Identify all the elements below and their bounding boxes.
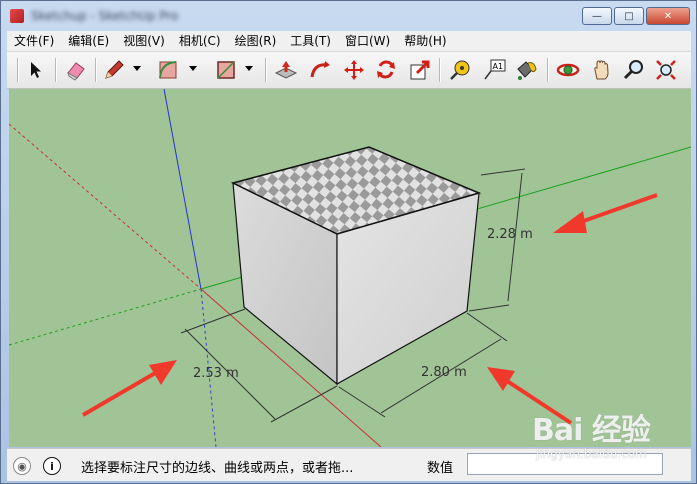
- menu-draw[interactable]: 绘图(R): [228, 31, 284, 51]
- annotation-arrowhead: [487, 367, 515, 391]
- zoom-icon[interactable]: [621, 57, 647, 83]
- baidu-jingyan-logo: Bai 经验: [532, 413, 651, 448]
- rectangle-dropdown-arrow[interactable]: [245, 66, 253, 71]
- toolbar-separator: [547, 58, 549, 82]
- maximize-button[interactable]: □: [614, 7, 644, 25]
- paint-bucket-icon[interactable]: [513, 57, 539, 83]
- follow-me-icon[interactable]: [307, 57, 333, 83]
- blue-axis: [163, 89, 202, 290]
- dimension-extension-line: [480, 168, 526, 176]
- dimension-extension-line: [180, 308, 246, 334]
- arc-dropdown-arrow[interactable]: [189, 66, 197, 71]
- menu-help[interactable]: 帮助(H): [397, 31, 453, 51]
- rectangle-icon[interactable]: [213, 57, 239, 83]
- menu-window[interactable]: 窗口(W): [338, 31, 397, 51]
- text-tool-glyph: A1: [493, 62, 504, 71]
- close-button[interactable]: ✕: [646, 7, 690, 25]
- baidu-watermark: Bai 经验 jingyan.baidu.com: [532, 405, 682, 469]
- menu-tools[interactable]: 工具(T): [283, 31, 338, 51]
- toolbar-separator: [439, 58, 441, 82]
- info-icon[interactable]: i: [43, 457, 61, 475]
- red-axis-negative: [9, 123, 202, 290]
- rotate-icon[interactable]: [373, 57, 399, 83]
- toolbar-separator: [55, 58, 57, 82]
- toolbar-separator: [265, 58, 267, 82]
- green-axis-negative: [9, 288, 202, 346]
- text-label-icon[interactable]: A1: [481, 57, 507, 83]
- dimension-label-width[interactable]: 2.80 m: [421, 365, 467, 380]
- sketchup-app-icon: [10, 9, 24, 23]
- menu-camera[interactable]: 相机(C): [172, 31, 228, 51]
- pan-icon[interactable]: [589, 57, 615, 83]
- pencil-dropdown-arrow[interactable]: [133, 66, 141, 71]
- dimension-extension-line: [338, 386, 386, 418]
- status-message: 选择要标注尺寸的边线、曲线或两点，或者拖...: [81, 461, 354, 476]
- dimension-label-height[interactable]: 2.28 m: [487, 227, 533, 242]
- menu-file[interactable]: 文件(F): [7, 31, 61, 51]
- title-bar[interactable]: Sketchup - SketchUp Pro — □ ✕: [1, 1, 696, 31]
- application-window: Sketchup - SketchUp Pro — □ ✕ 文件(F) 编辑(E…: [0, 0, 697, 484]
- dimension-extension-line: [466, 312, 508, 342]
- toolbar-separator: [17, 58, 19, 82]
- push-pull-icon[interactable]: [273, 57, 299, 83]
- model-scene: [9, 89, 691, 447]
- geo-location-icon[interactable]: ◉: [13, 457, 31, 475]
- dimension-extension-line: [270, 385, 338, 423]
- select-arrow-icon[interactable]: [23, 57, 49, 83]
- annotation-arrowhead: [553, 211, 587, 233]
- move-icon[interactable]: [341, 57, 367, 83]
- tape-measure-icon[interactable]: [447, 57, 473, 83]
- scale-icon[interactable]: [407, 57, 433, 83]
- 3d-viewport[interactable]: 2.28 m 2.53 m 2.80 m: [9, 89, 691, 447]
- watermark-url: jingyan.baidu.com: [536, 447, 647, 461]
- zoom-extents-icon[interactable]: [653, 57, 679, 83]
- menu-edit[interactable]: 编辑(E): [61, 31, 116, 51]
- menu-view[interactable]: 视图(V): [116, 31, 172, 51]
- toolbar-separator: [95, 58, 97, 82]
- eraser-icon[interactable]: [63, 57, 89, 83]
- orbit-icon[interactable]: [555, 57, 581, 83]
- window-title: Sketchup - SketchUp Pro: [31, 9, 179, 23]
- dimension-label-depth[interactable]: 2.53 m: [193, 366, 239, 381]
- measurements-label: 数值: [427, 461, 454, 476]
- dimension-extension-line: [468, 304, 510, 312]
- pencil-icon[interactable]: [101, 57, 127, 83]
- window-controls: — □ ✕: [580, 7, 690, 25]
- minimize-button[interactable]: —: [582, 7, 612, 25]
- main-toolbar: A1: [7, 52, 691, 89]
- arc-icon[interactable]: [155, 57, 181, 83]
- menu-bar: 文件(F) 编辑(E) 视图(V) 相机(C) 绘图(R) 工具(T) 窗口(W…: [7, 31, 691, 52]
